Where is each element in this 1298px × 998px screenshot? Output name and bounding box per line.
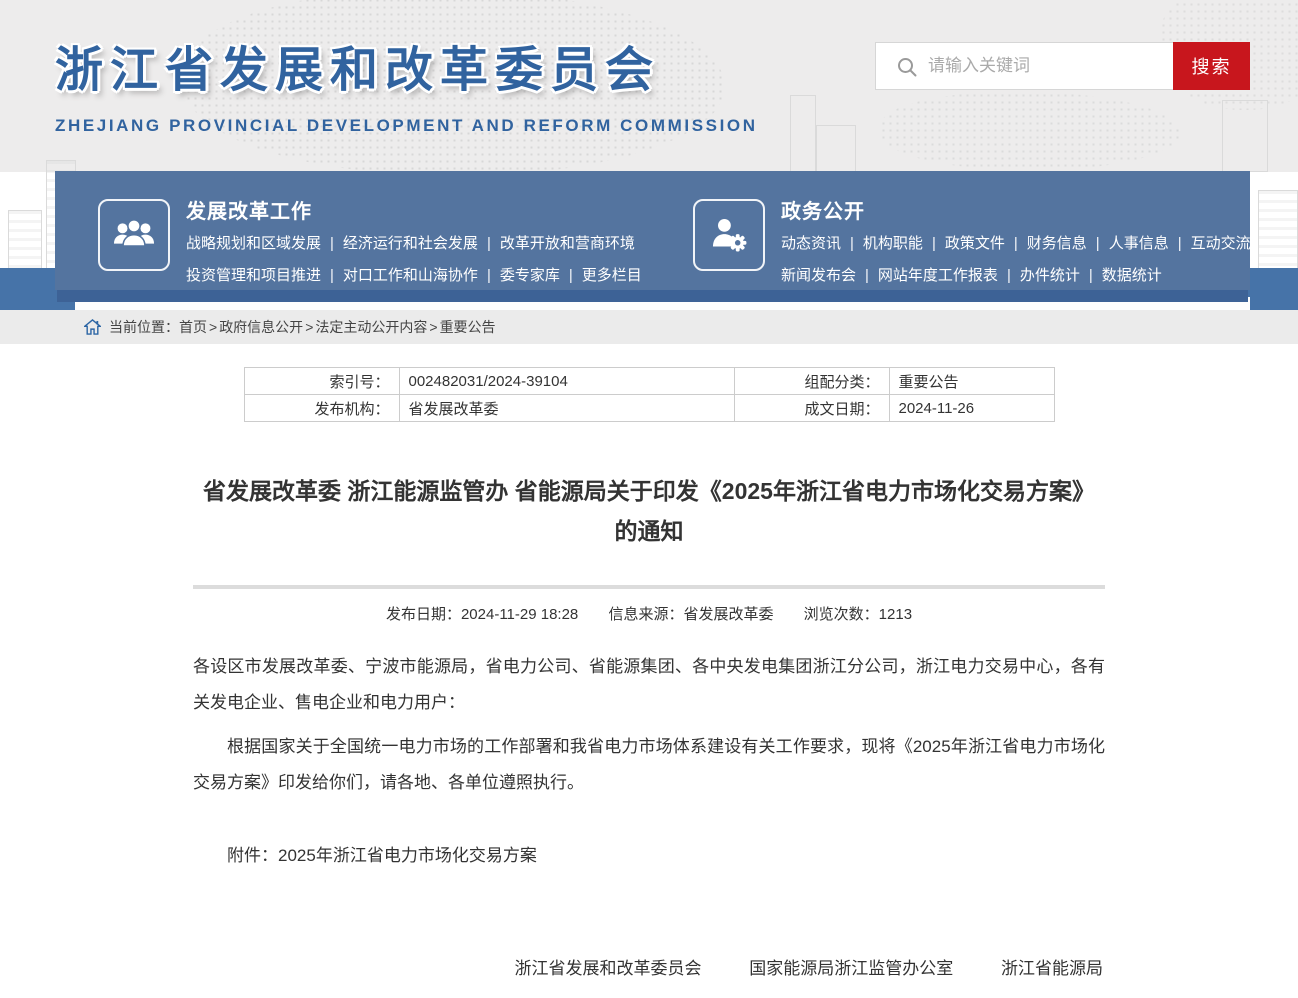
signature-org: 国家能源局浙江监管办公室: [749, 959, 953, 978]
meta-date-label: 成文日期：: [734, 395, 889, 422]
site-search: 搜索: [875, 42, 1250, 90]
publish-date: 发布日期：2024-11-29 18:28: [386, 606, 578, 623]
document-meta-table: 索引号： 002482031/2024-39104 组配分类： 重要公告 发布机…: [244, 367, 1055, 422]
article-paragraph: 各设区市发展改革委、宁波市能源局，省电力公司、省能源集团、各中央发电集团浙江分公…: [193, 649, 1105, 720]
search-icon: [896, 56, 918, 83]
worldmap-dots-decoration: [880, 92, 1180, 170]
nav-link[interactable]: 对口工作和山海协作: [343, 267, 500, 284]
page: 浙江省发展和改革委员会 ZHEJIANG PROVINCIAL DEVELOPM…: [0, 0, 1298, 998]
nav-link[interactable]: 委专家库: [500, 267, 582, 284]
signature-date: 2024年11月26日: [193, 994, 1105, 998]
info-source: 信息来源：省发展改革委: [608, 606, 773, 623]
nav-link[interactable]: 办件统计: [1020, 267, 1102, 284]
meta-agency-label: 发布机构：: [244, 395, 399, 422]
main-nav-band: 发展改革工作 战略规划和区域发展经济运行和社会发展改革开放和营商环境 投资管理和…: [55, 171, 1250, 290]
nav-links-row: 新闻发布会网站年度工作报表办件统计数据统计: [781, 267, 1251, 285]
nav-section-government-affairs: 政务公开 动态资讯机构职能政策文件财务信息人事信息互动交流 新闻发布会网站年度工…: [693, 195, 1251, 299]
nav-link[interactable]: 更多栏目: [582, 267, 642, 284]
nav-links-row: 动态资讯机构职能政策文件财务信息人事信息互动交流: [781, 235, 1251, 253]
page-title: 省发展改革委 浙江能源监管办 省能源局关于印发《2025年浙江省电力市场化交易方…: [193, 471, 1105, 551]
meta-agency-value: 省发展改革委: [399, 395, 734, 422]
main-content: 索引号： 002482031/2024-39104 组配分类： 重要公告 发布机…: [0, 344, 1298, 998]
view-count: 浏览次数：1213: [804, 606, 912, 623]
nav-link[interactable]: 战略规划和区域发展: [186, 235, 343, 252]
nav-link[interactable]: 经济运行和社会发展: [343, 235, 500, 252]
signature-org: 浙江省发展和改革委员会: [515, 959, 702, 978]
home-icon[interactable]: [84, 319, 101, 335]
search-button[interactable]: 搜索: [1173, 42, 1250, 90]
meta-category-value: 重要公告: [889, 368, 1054, 395]
nav-title-development-reform-work[interactable]: 发展改革工作: [186, 195, 642, 224]
breadcrumb-prefix: 当前位置：: [109, 317, 179, 337]
nav-links-row: 投资管理和项目推进对口工作和山海协作委专家库更多栏目: [186, 267, 642, 285]
site-subtitle: ZHEJIANG PROVINCIAL DEVELOPMENT AND REFO…: [55, 116, 758, 136]
nav-link[interactable]: 机构职能: [863, 235, 945, 252]
nav-links-row: 战略规划和区域发展经济运行和社会发展改革开放和营商环境: [186, 235, 642, 253]
nav-link[interactable]: 新闻发布会: [781, 267, 878, 284]
person-gear-icon: [693, 199, 765, 271]
article-body: 各设区市发展改革委、宁波市能源局，省电力公司、省能源集团、各中央发电集团浙江分公…: [193, 649, 1105, 800]
attachment-link[interactable]: 2025年浙江省电力市场化交易方案: [278, 846, 537, 865]
site-header: 浙江省发展和改革委员会 ZHEJIANG PROVINCIAL DEVELOPM…: [0, 0, 1298, 172]
breadcrumb: 当前位置： 首页政府信息公开法定主动公开内容重要公告: [0, 310, 1298, 344]
nav-link[interactable]: 互动交流: [1191, 235, 1251, 252]
publish-info-line: 发布日期：2024-11-29 18:28 信息来源：省发展改革委 浏览次数：1…: [193, 603, 1105, 624]
attachment-label: 附件：: [227, 846, 278, 865]
nav-link[interactable]: 财务信息: [1027, 235, 1109, 252]
breadcrumb-item-home[interactable]: 首页: [179, 317, 219, 337]
table-row: 发布机构： 省发展改革委 成文日期： 2024-11-26: [244, 395, 1054, 422]
nav-title-government-affairs[interactable]: 政务公开: [781, 195, 1251, 224]
attachment-line: 附件：2025年浙江省电力市场化交易方案: [193, 841, 1105, 871]
search-input[interactable]: [876, 43, 1173, 89]
site-title: 浙江省发展和改革委员会: [55, 30, 758, 100]
nav-link[interactable]: 网站年度工作报表: [878, 267, 1020, 284]
nav-section-development-reform: 发展改革工作 战略规划和区域发展经济运行和社会发展改革开放和营商环境 投资管理和…: [98, 195, 642, 299]
meta-category-label: 组配分类：: [734, 368, 889, 395]
breadcrumb-item-info-disclosure[interactable]: 政府信息公开: [219, 317, 315, 337]
table-row: 索引号： 002482031/2024-39104 组配分类： 重要公告: [244, 368, 1054, 395]
meta-index-label: 索引号：: [244, 368, 399, 395]
meta-index-value: 002482031/2024-39104: [399, 368, 734, 395]
title-divider: [193, 585, 1105, 589]
breadcrumb-item-important-notices[interactable]: 重要公告: [440, 317, 496, 337]
people-group-icon: [98, 199, 170, 271]
signature-line: 浙江省发展和改革委员会 国家能源局浙江监管办公室 浙江省能源局: [193, 954, 1105, 979]
nav-link[interactable]: 人事信息: [1109, 235, 1191, 252]
nav-link[interactable]: 数据统计: [1102, 267, 1162, 284]
signature-org: 浙江省能源局: [1001, 959, 1103, 978]
nav-link[interactable]: 改革开放和营商环境: [500, 235, 635, 252]
nav-link[interactable]: 政策文件: [945, 235, 1027, 252]
site-logo[interactable]: 浙江省发展和改革委员会 ZHEJIANG PROVINCIAL DEVELOPM…: [55, 30, 758, 136]
nav-link[interactable]: 动态资讯: [781, 235, 863, 252]
article: 省发展改革委 浙江能源监管办 省能源局关于印发《2025年浙江省电力市场化交易方…: [193, 471, 1105, 998]
breadcrumb-item-statutory-content[interactable]: 法定主动公开内容: [315, 317, 439, 337]
article-paragraph: 根据国家关于全国统一电力市场的工作部署和我省电力市场体系建设有关工作要求，现将《…: [193, 729, 1105, 800]
nav-link[interactable]: 投资管理和项目推进: [186, 267, 343, 284]
meta-date-value: 2024-11-26: [889, 395, 1054, 422]
